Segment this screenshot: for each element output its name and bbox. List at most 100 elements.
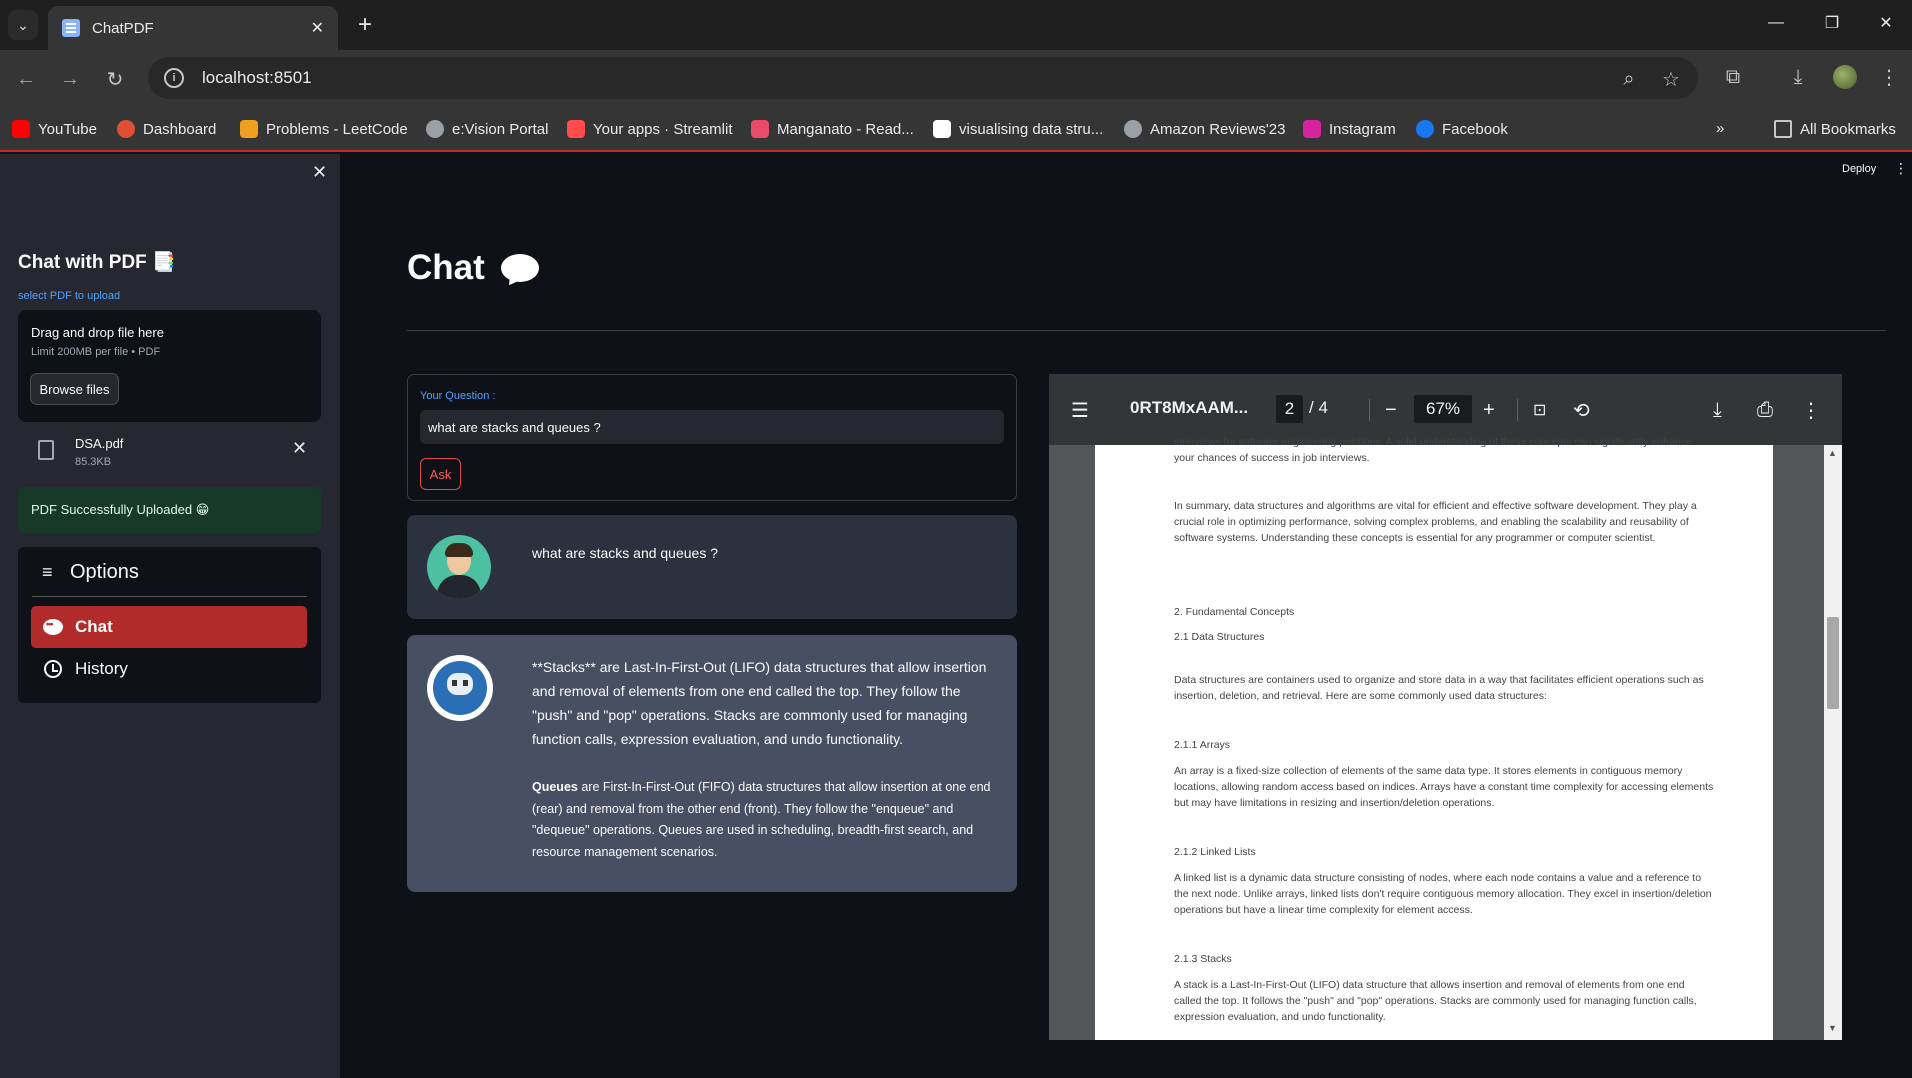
pdf-more-icon[interactable]: ⋮ [1801, 396, 1821, 424]
leetcode-icon [240, 120, 258, 138]
reload-icon[interactable]: ↻ [99, 63, 131, 95]
question-input[interactable] [420, 410, 1004, 444]
menu-item-chat[interactable]: Chat [31, 606, 307, 648]
zoom-icon[interactable]: ⌕ [1614, 64, 1644, 94]
all-bookmarks[interactable]: All Bookmarks [1774, 120, 1896, 138]
address-bar[interactable]: i localhost:8501 [148, 57, 1698, 99]
pdf-scrollbar[interactable]: ▲ ▼ [1824, 445, 1842, 1040]
user-message-text: what are stacks and queues ? [532, 545, 719, 561]
menu-item-label: Chat [75, 617, 113, 636]
pdf-paragraph: interviews for software engineering posi… [1174, 436, 1692, 464]
menu-item-history[interactable]: History [31, 648, 307, 690]
bookmark-label: e:Vision Portal [452, 120, 549, 138]
menu-divider [32, 596, 307, 597]
options-menu: ≡ Options Chat History [18, 547, 321, 703]
browser-menu-icon[interactable]: ⋮ [1874, 62, 1904, 92]
remove-file-icon[interactable]: ✕ [292, 438, 307, 459]
bookmark-youtube[interactable]: YouTube [12, 120, 97, 138]
globe-icon [426, 120, 444, 138]
bookmarks-overflow-icon[interactable]: » [1716, 120, 1724, 137]
scroll-thumb[interactable] [1827, 617, 1839, 709]
zoom-out-icon[interactable]: − [1385, 396, 1397, 424]
bookmark-evision[interactable]: e:Vision Portal [426, 120, 548, 138]
file-dropzone[interactable]: Drag and drop file here Limit 200MB per … [18, 310, 321, 422]
minimize-icon[interactable]: — [1756, 8, 1796, 38]
pdf-viewer: ☰ 0RT8MxAAM... 2 / 4 − 67% + ⊡ ⟲ ⤓ ⎙ ⋮ i… [1049, 374, 1842, 1040]
pdf-paragraph: In summary, data structures and algorith… [1174, 500, 1697, 544]
fit-page-icon[interactable]: ⊡ [1533, 396, 1546, 424]
facebook-icon [1416, 120, 1434, 138]
all-bookmarks-label: All Bookmarks [1800, 120, 1896, 138]
ask-button[interactable]: Ask [420, 458, 461, 490]
pdf-menu-icon[interactable]: ☰ [1071, 396, 1089, 424]
back-icon[interactable]: ← [10, 63, 42, 95]
pdf-page-total: / 4 [1309, 398, 1328, 417]
tab-close-icon[interactable]: ✕ [311, 18, 324, 38]
page-title: Chat [407, 248, 539, 288]
instagram-icon [1303, 120, 1321, 138]
bookmarks-bar: YouTube Dashboard Problems - LeetCode e:… [0, 108, 1912, 152]
file-name: DSA.pdf [75, 436, 124, 451]
pdf-heading: 2.1.1 Arrays [1174, 739, 1231, 751]
app-menu-icon[interactable]: ⋮ [1894, 160, 1908, 177]
profile-avatar[interactable] [1833, 65, 1857, 89]
bookmark-facebook[interactable]: Facebook [1416, 120, 1508, 138]
forward-icon[interactable]: → [54, 63, 86, 95]
bookmark-dashboard[interactable]: Dashboard [117, 120, 216, 138]
bookmark-manganato[interactable]: Manganato - Read... [751, 120, 914, 138]
browser-tab-strip: ⌄ ChatPDF ✕ + — ❐ ✕ [0, 0, 1912, 50]
bookmark-label: Problems - LeetCode [266, 120, 408, 138]
visualgo-icon [933, 120, 951, 138]
bookmark-leetcode[interactable]: Problems - LeetCode [240, 120, 408, 138]
bookmark-visualising[interactable]: visualising data stru... [933, 120, 1103, 138]
bookmark-label: Dashboard [143, 120, 217, 138]
question-label: Your Question : [420, 390, 496, 402]
pdf-paragraph: A stack is a Last-In-First-Out (LIFO) da… [1174, 979, 1697, 1023]
pdf-download-icon[interactable]: ⤓ [1713, 396, 1722, 424]
chat-icon [43, 617, 63, 637]
tab-search-icon[interactable]: ⌄ [8, 10, 38, 40]
upload-success-alert: PDF Successfully Uploaded 😁 [18, 487, 321, 533]
bookmark-label: Instagram [1329, 120, 1396, 138]
options-header: ≡ Options [42, 561, 139, 584]
restore-icon[interactable]: ❐ [1812, 8, 1852, 38]
main-content: Deploy ⋮ Chat Your Question : Ask what a… [340, 154, 1912, 1078]
globe-icon [1124, 120, 1142, 138]
rotate-icon[interactable]: ⟲ [1573, 396, 1590, 424]
deploy-button[interactable]: Deploy [1842, 163, 1876, 175]
pdf-zoom-input[interactable]: 67% [1414, 395, 1472, 423]
pdf-page-input[interactable]: 2 [1276, 395, 1303, 423]
scroll-down-icon[interactable]: ▼ [1828, 1023, 1837, 1033]
download-icon[interactable]: ⤓ [1783, 62, 1813, 92]
bookmark-label: visualising data stru... [959, 120, 1104, 138]
sidebar: ✕ Chat with PDF 📑 select PDF to upload D… [0, 154, 340, 1078]
scroll-up-icon[interactable]: ▲ [1828, 448, 1837, 458]
pdf-heading: 2.1 Data Structures [1174, 631, 1265, 643]
print-icon[interactable]: ⎙ [1757, 396, 1773, 424]
bookmark-star-icon[interactable]: ☆ [1656, 64, 1686, 94]
sidebar-title: Chat with PDF 📑 [18, 252, 176, 273]
pdf-page: interviews for software engineering posi… [1095, 436, 1773, 1040]
bot-message-paragraph: **Stacks** are Last-In-First-Out (LIFO) … [532, 659, 987, 747]
sidebar-close-icon[interactable]: ✕ [312, 162, 327, 183]
toolbar-separator [1369, 399, 1370, 421]
tab-title: ChatPDF [92, 19, 154, 37]
zoom-in-icon[interactable]: + [1483, 396, 1495, 424]
question-form: Your Question : Ask [407, 374, 1017, 501]
site-info-icon[interactable]: i [164, 68, 184, 88]
window-close-icon[interactable]: ✕ [1866, 8, 1906, 38]
new-tab-icon[interactable]: + [350, 10, 380, 40]
youtube-icon [12, 120, 30, 138]
bookmark-instagram[interactable]: Instagram [1303, 120, 1396, 138]
tab-favicon-icon [62, 19, 80, 37]
speech-bubble-icon [500, 254, 539, 282]
extensions-icon[interactable]: ⧉ [1718, 62, 1748, 92]
browse-files-button[interactable]: Browse files [30, 373, 119, 405]
bot-bold-term: Queues [532, 780, 578, 794]
browser-tab[interactable]: ChatPDF ✕ [48, 6, 338, 50]
bookmark-label: Facebook [1442, 120, 1508, 138]
bookmark-streamlit[interactable]: Your apps · Streamlit [567, 120, 733, 138]
bookmark-amazon-reviews[interactable]: Amazon Reviews'23 [1124, 120, 1285, 138]
upload-label: select PDF to upload [18, 290, 121, 302]
streamlit-icon [567, 120, 585, 138]
